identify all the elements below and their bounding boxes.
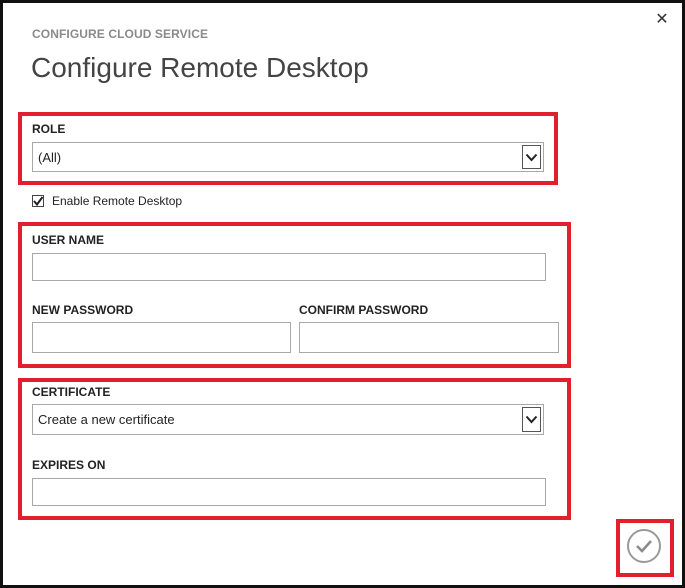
enable-remote-desktop-row[interactable]: Enable Remote Desktop	[32, 194, 182, 208]
dialog-title: Configure Remote Desktop	[31, 52, 369, 83]
close-icon[interactable]: ✕	[652, 10, 672, 30]
user-name-input[interactable]	[32, 253, 546, 281]
user-name-label: USER NAME	[32, 233, 105, 247]
certificate-select-value: Create a new certificate	[38, 412, 175, 427]
expires-on-label: EXPIRES ON	[32, 458, 106, 472]
confirm-password-label: CONFIRM PASSWORD	[299, 303, 429, 317]
checkmark-icon	[33, 196, 44, 207]
role-select-value: (All)	[38, 149, 62, 165]
role-label: ROLE	[32, 122, 66, 136]
confirm-password-input[interactable]	[299, 322, 559, 353]
chevron-down-icon[interactable]	[522, 407, 541, 432]
expires-on-input[interactable]	[32, 478, 546, 506]
certificate-label: CERTIFICATE	[32, 385, 111, 399]
role-select[interactable]: (All)	[32, 142, 544, 172]
new-password-label: NEW PASSWORD	[32, 303, 134, 317]
chevron-down-icon[interactable]	[522, 145, 541, 169]
certificate-select[interactable]: Create a new certificate	[32, 404, 544, 435]
dialog-kicker: CONFIGURE CLOUD SERVICE	[32, 27, 209, 41]
new-password-input[interactable]	[32, 322, 291, 353]
enable-remote-desktop-label: Enable Remote Desktop	[52, 194, 183, 208]
enable-remote-desktop-checkbox[interactable]	[32, 195, 44, 207]
ok-button[interactable]	[627, 529, 661, 563]
checkmark-icon	[636, 540, 652, 553]
